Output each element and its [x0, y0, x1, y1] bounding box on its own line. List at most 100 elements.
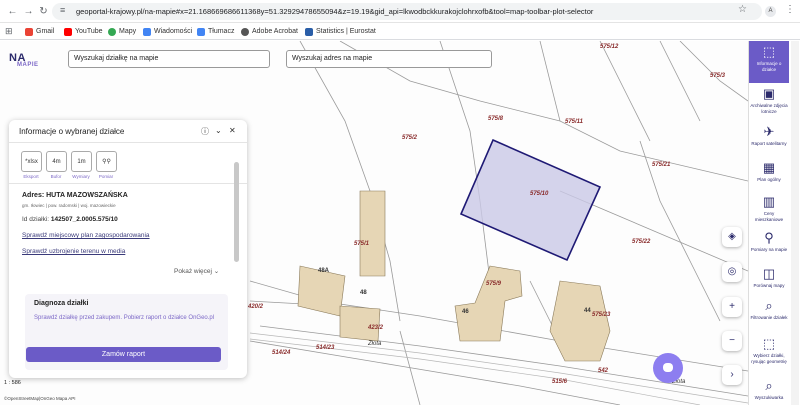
plot-label: 575/2: [402, 135, 418, 141]
toolbar-filter-plots[interactable]: ⌕ Filtrowanie działek: [749, 295, 789, 337]
map-attribution: ©OpenStreetMap|OnGeo Mapa API: [4, 396, 76, 401]
translate-icon: [197, 27, 205, 36]
panel-title: Informacje o wybranej działce: [19, 127, 125, 136]
search-icon: ⌕: [765, 378, 773, 393]
plan-icon: ▦: [762, 160, 776, 175]
toolbar-plot-info[interactable]: ⬚ Informacje o działce: [749, 41, 789, 83]
na-mapie-logo[interactable]: NA MAPIE: [9, 52, 39, 68]
toolbar-scrollbar[interactable]: [791, 41, 799, 405]
tool-label: Bufor: [50, 174, 62, 179]
tool-label: Wymiary: [72, 174, 90, 179]
divider: [9, 183, 247, 184]
filter-icon: ⌕: [765, 298, 773, 313]
draw-geometry-icon: ⬚: [762, 336, 776, 351]
diagnosis-text: Sprawdź działkę przed zakupem. Pobierz r…: [34, 315, 215, 321]
plot-label: 423/2: [368, 325, 384, 331]
plot-id: Id działki: 142507_2.0005.575/10: [22, 216, 118, 223]
zoning-plan-link[interactable]: Sprawdź miejscowy plan zagospodarowania: [22, 232, 150, 239]
building-number: 48A: [318, 268, 330, 274]
zoom-in-button[interactable]: +: [722, 297, 742, 317]
maps-icon: [108, 27, 116, 36]
plot-label: 575/1: [354, 241, 370, 247]
bookmark-gmail[interactable]: Gmail: [25, 26, 54, 37]
reload-icon[interactable]: ↻: [37, 5, 50, 18]
youtube-icon: [64, 27, 72, 36]
plot-label: 575/8: [488, 116, 504, 122]
bookmark-adobe[interactable]: Adobe Acrobat: [241, 26, 298, 37]
bookmark-wiadomosci[interactable]: Wiadomości: [143, 26, 192, 37]
toolbar-search[interactable]: ⌕ Wyszukiwarka: [749, 375, 789, 417]
plot-info-panel: Informacje o wybranej działce ⓘ ⌄ ✕ *xls…: [9, 120, 247, 378]
locate-icon[interactable]: ◎: [722, 262, 742, 282]
satellite-icon: ✈: [763, 124, 775, 139]
url-text[interactable]: geoportal-krajowy.pl/na-mapie#x=21.16866…: [76, 7, 593, 16]
bookmark-tlumacz[interactable]: Tłumacz: [197, 26, 234, 37]
image-icon: ▣: [762, 86, 776, 101]
plot-label: 514/24: [272, 350, 291, 356]
plot-administrative-units: gm. Iłowiec | pow. radomski | woj. mazow…: [22, 203, 116, 208]
expand-icon[interactable]: ›: [722, 365, 742, 385]
plot-label: 542: [598, 368, 609, 374]
address-search-input[interactable]: Wyszukaj adres na mapie: [286, 50, 492, 68]
scroll-thumb[interactable]: [234, 162, 239, 262]
site-info-icon[interactable]: ≡: [60, 5, 65, 15]
dimensions-button[interactable]: 1m: [71, 151, 92, 172]
browser-toolbar: ← → ↻ ≡ geoportal-krajowy.pl/na-mapie#x=…: [0, 0, 800, 23]
divider: [9, 142, 247, 143]
adobe-icon: [241, 27, 249, 36]
selected-plot[interactable]: [459, 138, 602, 262]
measure-button[interactable]: ⚲⚲: [96, 151, 117, 172]
layers-icon[interactable]: ◈: [722, 227, 742, 247]
help-icon[interactable]: ⓘ: [201, 126, 209, 137]
zoom-out-button[interactable]: −: [722, 331, 742, 351]
plot-label: 575/22: [632, 239, 651, 245]
back-icon[interactable]: ←: [6, 5, 19, 18]
bookmark-star-icon[interactable]: ☆: [738, 4, 747, 15]
plot-label: 575/23: [592, 312, 611, 318]
toolbar-draw-geometry[interactable]: ⬚ Wybierz działki, rysując geometrię: [749, 333, 789, 375]
buffer-button[interactable]: 4m: [46, 151, 67, 172]
chat-icon[interactable]: [653, 353, 683, 383]
news-icon: [143, 27, 151, 36]
gmail-icon: [25, 27, 33, 36]
map-scale: 1 : 586: [4, 380, 21, 386]
order-report-button[interactable]: Zamów raport: [26, 347, 221, 362]
chart-icon: ▥: [762, 194, 776, 209]
bookmarks-bar: ⊞ Gmail YouTube Mapy Wiadomości Tłumacz …: [0, 23, 800, 40]
plot-label: 575/10: [530, 191, 549, 197]
tool-label: Pomiar: [98, 174, 114, 179]
plot-search-input[interactable]: Wyszukaj działkę na mapie: [68, 50, 270, 68]
bookmark-youtube[interactable]: YouTube: [64, 26, 103, 37]
diagnosis-title: Diagnoza działki: [34, 300, 89, 307]
panel-scrollbar[interactable]: [234, 150, 239, 375]
plot-label: 420/2: [248, 304, 264, 310]
eurostat-icon: [305, 27, 313, 36]
address-bar[interactable]: ≡ geoportal-krajowy.pl/na-mapie#x=21.168…: [52, 3, 762, 20]
toolbar-aerial-archive[interactable]: ▣ Archiwalne zdjęcia lotnicze: [749, 83, 789, 125]
chevron-down-icon: ⌄: [213, 268, 220, 275]
building-number: 48: [360, 290, 367, 296]
plot-address: Adres: HUTA MAZOWSZAŃSKA: [22, 192, 128, 199]
diagnosis-card: Diagnoza działki Sprawdź działkę przed z…: [25, 294, 228, 370]
apps-icon[interactable]: ⊞: [5, 26, 13, 37]
close-icon[interactable]: ✕: [229, 126, 236, 135]
bookmark-eurostat[interactable]: Statistics | Eurostat: [305, 26, 376, 37]
browser-menu-icon[interactable]: ⋮: [785, 4, 795, 15]
plot-label: 575/21: [652, 162, 671, 168]
tool-label: Eksport: [23, 174, 39, 179]
show-more-button[interactable]: Pokaż więcej ⌄: [174, 267, 219, 275]
plot-label: 575/3: [710, 73, 726, 79]
collapse-icon[interactable]: ⌄: [215, 126, 222, 135]
plot-label: 575/9: [486, 281, 502, 287]
export-xlsx-button[interactable]: *xlsx: [21, 151, 42, 172]
bookmark-mapy[interactable]: Mapy: [108, 26, 136, 37]
profile-avatar[interactable]: A: [765, 6, 776, 17]
utilities-link[interactable]: Sprawdź uzbrojenie terenu w media: [22, 248, 125, 255]
forward-icon[interactable]: →: [22, 5, 35, 18]
compare-icon: ◫: [762, 266, 776, 281]
street-name: Złota: [368, 341, 382, 347]
plot-label: 575/11: [565, 119, 583, 125]
plot-label: 575/12: [600, 44, 619, 50]
plot-label: 515/6: [552, 379, 568, 385]
pins-icon: ⚲: [764, 230, 774, 245]
